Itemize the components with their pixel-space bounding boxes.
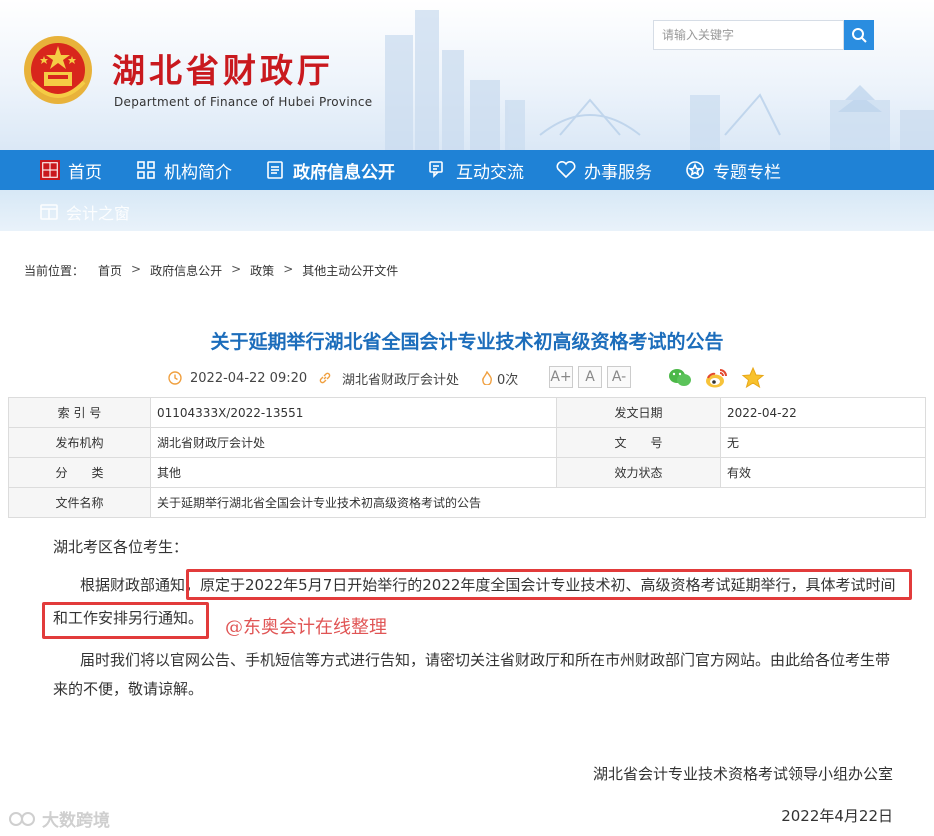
breadcrumb-separator: > bbox=[231, 262, 242, 276]
weibo-icon[interactable] bbox=[705, 366, 729, 390]
nav-label: 机构简介 bbox=[164, 162, 232, 183]
site-title: 湖北省财政厅 bbox=[112, 51, 334, 90]
issue-date-label: 发文日期 bbox=[556, 397, 721, 428]
nav-label: 政府信息公开 bbox=[293, 162, 395, 183]
nav-item-interaction[interactable]: 互动交流 bbox=[428, 150, 524, 190]
validity-value: 有效 bbox=[720, 457, 926, 488]
clock-icon bbox=[168, 371, 182, 385]
search-button[interactable] bbox=[844, 20, 874, 50]
nav-label: 办事服务 bbox=[584, 162, 652, 183]
annotation-watermark: @东奥会计在线整理 bbox=[225, 617, 387, 638]
table-row: 分 类 其他 效力状态 有效 bbox=[8, 457, 926, 488]
font-smaller-button[interactable]: A- bbox=[607, 366, 631, 388]
breadcrumb-separator: > bbox=[283, 262, 294, 276]
index-label: 索 引 号 bbox=[8, 397, 151, 428]
chat-icon bbox=[428, 160, 448, 180]
nav-item-services[interactable]: 办事服务 bbox=[556, 150, 652, 190]
nav-item-topics[interactable]: 专题专栏 bbox=[685, 150, 781, 190]
nav-item-info-disclosure[interactable]: 政府信息公开 bbox=[265, 150, 395, 190]
paragraph-2-line-1: 届时我们将以官网公告、手机短信等方式进行告知，请密切关注省财政厅和所在市州财政部… bbox=[80, 651, 891, 669]
document-info-table: 索 引 号 01104333X/2022-13551 发文日期 2022-04-… bbox=[8, 397, 926, 518]
date-text: 2022-04-22 09:20 bbox=[190, 370, 308, 386]
search-icon bbox=[852, 28, 867, 43]
font-default-button[interactable]: A bbox=[578, 366, 602, 388]
highlight-box-secondary bbox=[42, 602, 209, 639]
nav-item-home[interactable]: 首页 bbox=[40, 150, 102, 190]
site-subtitle: Department of Finance of Hubei Province bbox=[114, 95, 373, 109]
star-circle-icon bbox=[685, 160, 705, 180]
category-label: 分 类 bbox=[8, 457, 151, 488]
signature-date: 2022年4月22日 bbox=[781, 807, 893, 825]
highlight-box-main bbox=[186, 569, 912, 600]
salutation: 湖北考区各位考生： bbox=[53, 538, 189, 556]
corner-watermark: 大数跨境 bbox=[8, 806, 110, 831]
breadcrumb-item-info[interactable]: 政府信息公开 bbox=[150, 262, 222, 279]
search-input[interactable]: 请输入关键字 bbox=[653, 20, 844, 50]
table-row: 发布机构 湖北省财政厅会计处 文 号 无 bbox=[8, 427, 926, 458]
breadcrumb-separator: > bbox=[131, 262, 142, 276]
category-value: 其他 bbox=[150, 457, 557, 488]
breadcrumb-prefix: 当前位置： bbox=[24, 264, 85, 278]
hubei-finance-logo-icon bbox=[40, 160, 60, 180]
nav-label: 专题专栏 bbox=[713, 162, 781, 183]
views-text: 0次 bbox=[497, 372, 519, 388]
issue-date-value: 2022-04-22 bbox=[720, 397, 926, 428]
window-icon bbox=[40, 204, 58, 220]
doc-number-label: 文 号 bbox=[556, 427, 721, 458]
watermark-logo-icon bbox=[9, 811, 35, 826]
secondary-nav: 会计之窗 bbox=[0, 190, 934, 231]
paragraph-2-line-2: 来的不便，敬请谅解。 bbox=[53, 680, 204, 698]
nav-label: 互动交流 bbox=[456, 162, 524, 183]
wechat-icon[interactable] bbox=[668, 366, 692, 390]
font-larger-button[interactable]: A+ bbox=[549, 366, 573, 388]
breadcrumb: 当前位置： 首页 > 政府信息公开 > 政策 > 其他主动公开文件 bbox=[24, 262, 398, 279]
publisher-value: 湖北省财政厅会计处 bbox=[150, 427, 557, 458]
nav-item-about[interactable]: 机构简介 bbox=[136, 150, 232, 190]
corner-watermark-text: 大数跨境 bbox=[42, 811, 110, 831]
publisher-label: 发布机构 bbox=[8, 427, 151, 458]
index-value: 01104333X/2022-13551 bbox=[150, 397, 557, 428]
nav-label: 首页 bbox=[68, 162, 102, 183]
article-date: 2022-04-22 09:20 bbox=[168, 368, 307, 388]
doc-number-value: 无 bbox=[720, 427, 926, 458]
filename-label: 文件名称 bbox=[8, 487, 151, 518]
grid-icon bbox=[136, 160, 156, 180]
nav-label: 会计之窗 bbox=[66, 204, 131, 223]
flame-icon bbox=[482, 371, 492, 385]
breadcrumb-item-home[interactable]: 首页 bbox=[98, 262, 122, 279]
breadcrumb-item-other[interactable]: 其他主动公开文件 bbox=[302, 262, 398, 279]
link-icon bbox=[319, 372, 331, 384]
national-emblem-icon bbox=[24, 36, 92, 104]
favorite-star-icon[interactable] bbox=[741, 366, 765, 390]
document-icon bbox=[265, 160, 285, 180]
site-header: 湖北省财政厅 Department of Finance of Hubei Pr… bbox=[0, 0, 934, 150]
source-text: 湖北省财政厅会计处 bbox=[342, 372, 460, 388]
article-views: 0次 bbox=[481, 368, 518, 388]
table-row: 索 引 号 01104333X/2022-13551 发文日期 2022-04-… bbox=[8, 397, 926, 428]
main-nav: 首页 机构简介 政府信息公开 互动交流 办事服务 专题专栏 bbox=[0, 150, 934, 190]
validity-label: 效力状态 bbox=[556, 457, 721, 488]
article-title: 关于延期举行湖北省全国会计专业技术初高级资格考试的公告 bbox=[210, 331, 724, 353]
filename-value: 关于延期举行湖北省全国会计专业技术初高级资格考试的公告 bbox=[150, 487, 926, 518]
breadcrumb-item-policy[interactable]: 政策 bbox=[250, 262, 274, 279]
nav-item-accounting-window[interactable]: 会计之窗 bbox=[40, 200, 130, 224]
heart-icon bbox=[556, 160, 576, 180]
article-source: 湖北省财政厅会计处 bbox=[318, 368, 459, 388]
signature: 湖北省会计专业技术资格考试领导小组办公室 bbox=[592, 765, 893, 783]
table-row: 文件名称 关于延期举行湖北省全国会计专业技术初高级资格考试的公告 bbox=[8, 487, 926, 518]
